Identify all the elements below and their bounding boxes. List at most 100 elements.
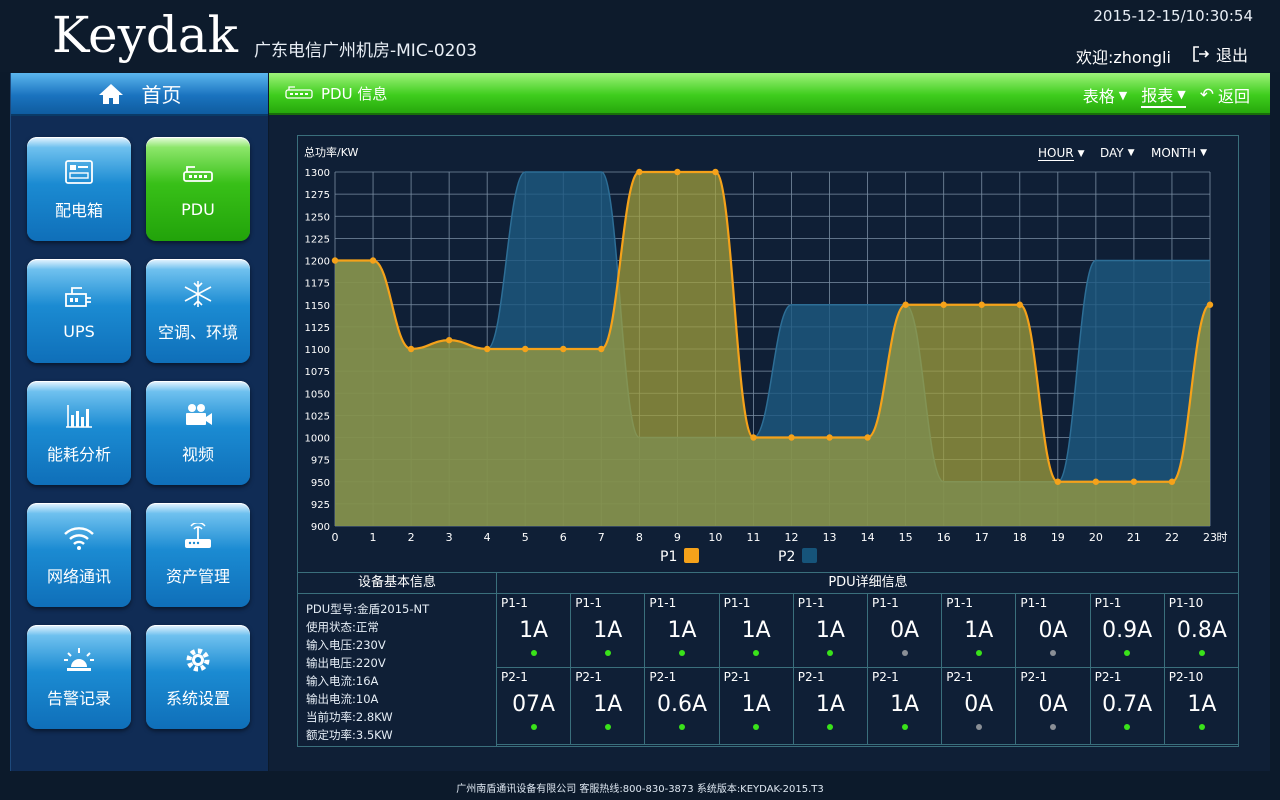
nav-tile-router[interactable]: 资产管理 [146,503,250,607]
distribution-box-icon [65,160,93,184]
y-tick-label: 1025 [305,411,330,422]
series-p1-point [331,257,339,264]
nav-tile-distribution-box[interactable]: 配电箱 [27,137,131,241]
nav-tile-label: 系统设置 [165,689,230,708]
outlet-current: 1A [1187,692,1217,717]
nav-tile-alarm-light[interactable]: 告警记录 [27,625,131,729]
nav-tile-label: 配电箱 [54,201,103,220]
x-tick-label: 7 [598,531,605,544]
panel-toolbar: PDU 信息 表格 ▼ 报表 ▼ ↶ 返回 [269,73,1270,115]
outlet-current: 0.9A [1102,618,1153,643]
status-dot [901,650,908,656]
pdu-outlet-cell: P1-1 0.9A [1090,594,1165,668]
status-dot [1198,724,1205,730]
basic-info-line: 输入电压:230V [306,638,386,652]
x-tick-label: 4 [484,531,491,544]
y-tick-label: 1050 [305,389,330,400]
series-p1-point [598,345,605,353]
caret-down-icon: ▼ [1127,148,1135,158]
pdu-icon [183,165,213,182]
outlet-name: P2-1 [797,670,825,684]
back-button[interactable]: ↶ 返回 [1200,83,1250,107]
logout-button[interactable]: 退出 [1192,42,1248,66]
series-p1-point [1206,301,1214,308]
outlet-name: P2-1 [1094,670,1122,684]
nav-tile-label: UPS [63,321,95,341]
range-hour-button[interactable]: HOUR ▼ [1038,146,1085,161]
outlet-name: P1-1 [1094,596,1122,610]
x-tick-label: 20 [1089,531,1103,544]
ups-icon [65,286,91,307]
outlet-current: 1A [593,618,623,643]
pdu-outlet-cell: P2-1 1A [793,668,868,745]
series-p1-point [978,301,985,308]
outlet-name: P1-1 [797,596,825,610]
basic-info-line: 当前功率:2.8KW [306,710,393,724]
status-dot [827,650,834,656]
nav-tile-label: 资产管理 [165,567,230,586]
power-chart: 900 925 950 975 1000 1025 1050 1075 1100 1125 1150… [297,135,1239,573]
basic-info-line: 输入电流:16A [306,674,379,688]
outlet-name: P1-1 [1020,596,1048,610]
caret-down-icon: ▼ [1177,87,1186,101]
y-tick-label: 1100 [305,345,330,356]
left-nav: 首页 配电箱 PDU UPS 空调、环境 能耗分析 视频 网络通讯 资产管理告警记录 系统设置 [10,73,268,771]
y-tick-label: 1000 [305,434,330,445]
range-day-button[interactable]: DAY ▼ [1100,146,1135,160]
pdu-outlet-cell: P1-1 1A [497,594,572,668]
outlet-name: P1-1 [649,596,677,610]
x-tick-label: 12 [785,531,799,544]
status-dot [753,724,760,730]
status-dot [901,724,908,730]
nav-tile-wifi[interactable]: 网络通讯 [27,503,131,607]
alarm-light-icon [64,648,94,671]
y-tick-label: 1250 [305,212,330,223]
nav-tile-pdu[interactable]: PDU [146,137,250,241]
outlet-current: 1A [964,618,994,643]
power-chart-svg: 9009259509751000102510501075110011251150… [304,145,1228,565]
logo-text: Keydak [52,6,238,64]
status-dot [1124,650,1131,656]
x-tick-label: 11 [746,531,760,544]
router-icon [185,523,211,548]
status-dot [604,650,611,656]
nav-tile-snowflake[interactable]: 空调、环境 [146,259,250,363]
status-dot [530,650,537,656]
x-tick-label: 14 [861,531,875,544]
nav-tile-gear[interactable]: 系统设置 [146,625,250,729]
outlet-name: P2-1 [501,670,528,684]
y-tick-label: 1275 [305,190,330,201]
range-month-button[interactable]: MONTH ▼ [1151,146,1207,160]
pdu-outlet-cell: P1-1 1A [719,594,794,668]
keydak-logo: Keydak [52,6,238,64]
outlet-name: P1-1 [723,596,751,610]
nav-tile-ups[interactable]: UPS [27,259,131,363]
x-axis-label: 时 [1217,531,1228,544]
series-p1-point [522,345,529,353]
series-p1-point [712,168,719,176]
series-p1-point [1130,478,1138,485]
outlet-name: P2-1 [723,670,751,684]
range-day-label: DAY [1100,146,1124,160]
legend-swatch-p1 [684,548,699,563]
series-p1-point [483,345,491,353]
outlet-name: P2-1 [1020,670,1048,684]
x-tick-label: 8 [636,531,643,544]
home-button[interactable]: 首页 [11,73,268,116]
legend-swatch-p2 [802,548,817,563]
outlet-current: 0.7A [1102,692,1153,717]
report-view-button[interactable]: 报表 ▼ [1141,82,1186,108]
series-p1-point [940,301,947,308]
caret-down-icon: ▼ [1200,148,1208,158]
table-view-button[interactable]: 表格 ▼ [1083,83,1127,107]
nav-tile-bar-chart[interactable]: 能耗分析 [27,381,131,485]
pdu-strip-icon [285,86,313,99]
pdu-outlet-cell: P2-1 0A [942,668,1017,745]
y-tick-label: 1150 [305,301,330,312]
nav-tile-video-camera[interactable]: 视频 [146,381,250,485]
basic-info-line: 输出电流:10A [306,692,379,706]
outlet-current: 0A [1038,618,1068,643]
pdu-outlet-cell: P2-1 1A [571,668,646,745]
outlet-name: P1-1 [575,596,603,610]
outlet-name: P2-10 [1168,670,1204,684]
